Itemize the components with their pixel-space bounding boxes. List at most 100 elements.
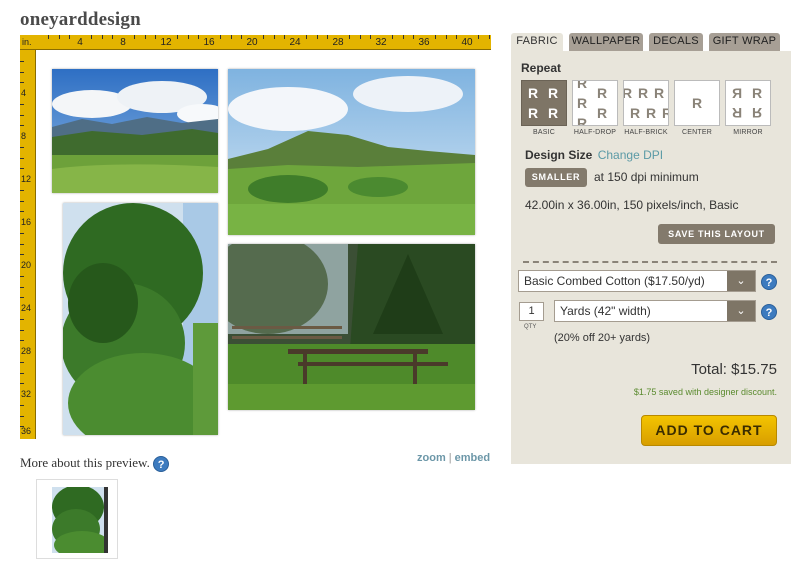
ruler-label-left: 20 xyxy=(21,260,32,270)
photo-hill xyxy=(228,69,475,235)
shop-name[interactable]: oneyarddesign xyxy=(20,9,141,31)
ruler-tick xyxy=(316,35,318,39)
link-separator: | xyxy=(448,452,452,464)
ruler-tick xyxy=(20,318,24,320)
ruler-tick xyxy=(20,254,24,256)
embed-link[interactable]: embed xyxy=(455,452,490,464)
ruler-tick xyxy=(413,35,415,39)
unit-select[interactable]: Yards (42" width) ⌄ xyxy=(554,300,756,322)
ruler-top: in. 4 8 12 16 20 24 28 32 36 40 xyxy=(20,35,491,50)
ruler-tick xyxy=(20,103,24,105)
smaller-button[interactable]: SMALLER xyxy=(525,168,587,187)
fabric-panel: Repeat RR RR BASIC RR RR R HALF-DROP RRR… xyxy=(511,51,791,464)
ruler-unit: in. xyxy=(22,37,32,47)
repeat-caption: HALF-BRICK xyxy=(624,129,668,136)
ruler-tick xyxy=(20,404,24,406)
section-divider xyxy=(523,261,777,263)
ruler-tick xyxy=(20,146,24,148)
bulk-discount-note: (20% off 20+ yards) xyxy=(554,332,651,344)
unit-value: Yards (42" width) xyxy=(560,304,651,318)
ruler-tick xyxy=(20,243,24,245)
ruler-tick xyxy=(69,35,71,39)
zoom-link[interactable]: zoom xyxy=(417,452,446,464)
ruler-label-left: 4 xyxy=(21,88,27,98)
ruler-tick xyxy=(112,35,114,39)
ruler-tick xyxy=(20,82,24,84)
ruler-tick xyxy=(20,383,24,385)
tab-wallpaper[interactable]: WALLPAPER xyxy=(569,33,643,51)
unit-help-icon[interactable]: ? xyxy=(761,304,777,320)
tab-fabric[interactable]: FABRIC xyxy=(511,33,563,53)
ruler-tick xyxy=(402,35,404,39)
preview-help-icon[interactable]: ? xyxy=(153,456,170,473)
ruler-label-top: 16 xyxy=(203,37,215,48)
repeat-option-half-drop[interactable]: RR RR R HALF-DROP xyxy=(572,80,618,136)
ruler-tick xyxy=(20,157,24,159)
zoom-embed-links: zoom | embed xyxy=(417,452,490,464)
fabric-type-value: Basic Combed Cotton ($17.50/yd) xyxy=(524,274,705,288)
ruler-tick xyxy=(370,35,372,39)
ruler-tick xyxy=(176,35,178,39)
ruler-tick xyxy=(284,35,286,39)
repeat-option-mirror[interactable]: RR RR MIRROR xyxy=(725,80,771,136)
repeat-caption: BASIC xyxy=(532,129,555,136)
ruler-label-top: 8 xyxy=(120,37,126,48)
ruler-tick xyxy=(327,35,329,39)
tab-gift-wrap[interactable]: GIFT WRAP xyxy=(709,33,780,51)
ruler-label-top: 24 xyxy=(289,37,301,48)
ruler-tick xyxy=(20,168,24,170)
ruler-label-top: 20 xyxy=(246,37,258,48)
ruler-tick xyxy=(144,35,146,39)
ruler-tick xyxy=(20,211,24,213)
ruler-tick xyxy=(133,35,135,39)
fabric-type-select[interactable]: Basic Combed Cotton ($17.50/yd) ⌄ xyxy=(518,270,756,292)
chevron-down-icon: ⌄ xyxy=(727,271,755,291)
design-size-label: Design Size xyxy=(525,148,593,162)
ruler-tick xyxy=(187,35,189,39)
ruler-label-top: 32 xyxy=(375,37,387,48)
ruler-tick xyxy=(305,35,307,39)
ruler-label-top: 12 xyxy=(160,37,172,48)
ruler-tick xyxy=(20,361,24,363)
add-to-cart-button[interactable]: ADD TO CART xyxy=(641,415,777,446)
ruler-tick xyxy=(273,35,275,39)
ruler-tick xyxy=(20,340,24,342)
ruler-tick xyxy=(20,114,24,116)
ruler-tick xyxy=(20,125,24,127)
preview-thumbnail[interactable] xyxy=(36,479,118,559)
photo-mountains xyxy=(52,69,218,193)
repeat-option-half-brick[interactable]: RRR RRR HALF-BRICK xyxy=(623,80,669,136)
ruler-label-left: 16 xyxy=(21,217,32,227)
ruler-tick xyxy=(241,35,243,39)
tab-decals[interactable]: DECALS xyxy=(649,33,703,51)
repeat-option-center[interactable]: R CENTER xyxy=(674,80,720,136)
save-layout-button[interactable]: SAVE THIS LAYOUT xyxy=(658,224,775,244)
ruler-tick xyxy=(20,71,24,73)
ruler-tick xyxy=(155,35,157,39)
ruler-tick xyxy=(391,35,393,39)
change-dpi-link[interactable]: Change DPI xyxy=(598,148,663,162)
ruler-label-left: 8 xyxy=(21,131,27,141)
ruler-label-top: 40 xyxy=(461,37,473,48)
ruler-tick xyxy=(20,189,24,191)
ruler-label-top: 28 xyxy=(332,37,344,48)
ruler-tick xyxy=(445,35,447,39)
fabric-help-icon[interactable]: ? xyxy=(761,274,777,290)
repeat-label: Repeat xyxy=(521,61,562,75)
ruler-tick xyxy=(20,372,24,374)
repeat-half-brick-icon: RRR RRR xyxy=(623,80,669,126)
ruler-label-left: 36 xyxy=(21,426,32,436)
preview-canvas xyxy=(37,51,491,439)
repeat-caption: CENTER xyxy=(682,129,712,136)
preview-info: More about this preview. ? xyxy=(20,455,170,473)
ruler-label-top: 4 xyxy=(77,37,83,48)
ruler-tick xyxy=(20,275,24,277)
ruler-tick xyxy=(262,35,264,39)
ruler-label-left: 32 xyxy=(21,389,32,399)
dpi-minimum-text: at 150 dpi minimum xyxy=(594,170,699,184)
ruler-tick xyxy=(90,35,92,39)
quantity-input[interactable]: 1 xyxy=(519,302,544,321)
ruler-label-left: 24 xyxy=(21,303,32,313)
ruler-tick xyxy=(456,35,458,39)
repeat-option-basic[interactable]: RR RR BASIC xyxy=(521,80,567,136)
